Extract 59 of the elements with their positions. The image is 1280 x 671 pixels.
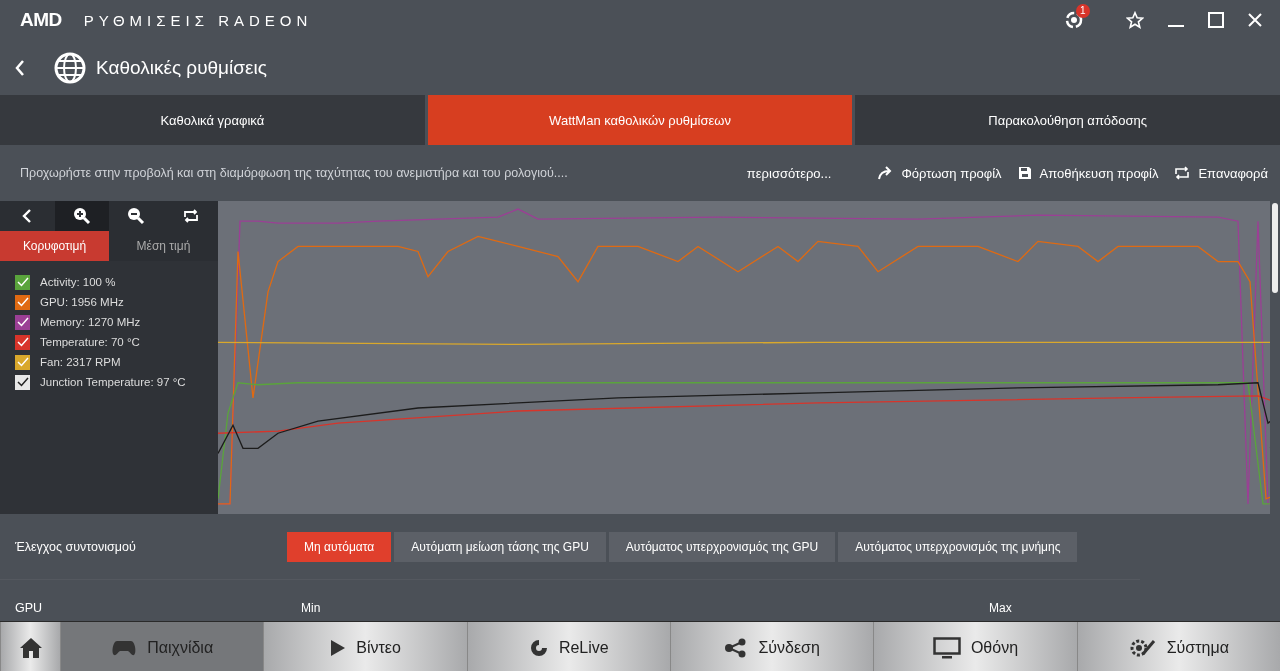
legend-label: Junction Temperature: 97 °C	[40, 376, 186, 388]
nav-button[interactable]: Σύνδεση	[670, 622, 874, 671]
share-arrow-icon	[877, 166, 894, 180]
brand-logo: AMD	[20, 9, 62, 31]
legend-checkbox[interactable]	[15, 334, 30, 350]
star-icon[interactable]	[1126, 11, 1144, 29]
gpu-label: GPU	[15, 601, 44, 615]
legend-checkbox[interactable]	[15, 294, 30, 310]
max-label: Max	[989, 601, 1012, 615]
relive-icon	[528, 637, 549, 658]
home-button[interactable]	[0, 622, 60, 671]
description-text: Προχωρήστε στην προβολή και στη διαμόρφωση της ταχύτητας του ανεμιστήρα και του ρολογιού....	[20, 166, 569, 180]
notification-badge: 1	[1076, 4, 1090, 18]
tuning-option[interactable]: Μη αυτόματα	[287, 531, 392, 562]
action-button[interactable]: Αποθήκευση προφίλ	[1017, 165, 1159, 181]
nav-button[interactable]: Σύστημα	[1076, 622, 1280, 671]
legend-label: GPU: 1956 MHz	[40, 296, 124, 308]
mode-tab[interactable]: Μέση τιμή	[109, 231, 218, 261]
legend-label: Temperature: 70 °C	[40, 336, 140, 348]
tuning-option[interactable]: Αυτόματος υπερχρονισμός της μνήμης	[838, 531, 1078, 562]
app-title: ΡΥΘΜΙΣΕΙΣ RADEON	[83, 11, 313, 29]
scrollbar-thumb[interactable]	[1272, 203, 1278, 293]
nav-button[interactable]: Οθόνη	[873, 622, 1077, 671]
close-icon[interactable]	[1248, 13, 1262, 27]
monitor-icon	[932, 636, 961, 659]
tuning-option[interactable]: Αυτόματη μείωση τάσης της GPU	[394, 531, 606, 562]
legend-label: Activity: 100 %	[40, 276, 116, 288]
globe-icon	[54, 51, 86, 84]
zoom-out-icon	[127, 207, 146, 225]
legend-checkbox[interactable]	[15, 274, 30, 290]
play-icon	[330, 638, 347, 657]
zoom-in-icon	[72, 207, 91, 225]
tab[interactable]: Παρακολούθηση απόδοσης	[855, 95, 1280, 145]
legend-label: Fan: 2317 RPM	[40, 356, 121, 368]
home-icon	[18, 636, 43, 659]
gamepad-icon	[111, 638, 138, 657]
maximize-icon[interactable]	[1208, 12, 1224, 28]
legend-checkbox[interactable]	[15, 314, 30, 330]
nav-button[interactable]: Παιχνίδια	[60, 622, 264, 671]
action-button[interactable]: Επαναφορά	[1174, 165, 1268, 181]
zoom-in-button[interactable]	[54, 201, 109, 231]
nav-button[interactable]: ReLive	[466, 622, 670, 671]
repeat-icon	[182, 208, 199, 224]
tuning-label: Έλεγχος συντονισμού	[15, 539, 137, 554]
tab[interactable]: WattMan καθολικών ρυθμίσεων	[427, 95, 853, 145]
min-label: Min	[301, 601, 322, 615]
legend-label: Memory: 1270 MHz	[40, 316, 141, 328]
nav-button[interactable]: Βίντεο	[263, 622, 467, 671]
back-icon	[22, 209, 33, 223]
more-link[interactable]: περισσότερο...	[746, 165, 832, 181]
legend-checkbox[interactable]	[15, 374, 30, 390]
tab[interactable]: Καθολικά γραφικά	[0, 95, 425, 145]
action-button[interactable]: Φόρτωση προφίλ	[877, 165, 1002, 181]
legend-checkbox[interactable]	[15, 354, 30, 370]
repeat-icon	[1174, 166, 1191, 180]
page-title: Καθολικές ρυθμίσεις	[96, 56, 267, 79]
back-icon[interactable]	[14, 58, 26, 77]
tuning-option[interactable]: Αυτόματος υπερχρονισμός της GPU	[608, 531, 836, 562]
mode-tab[interactable]: Κορυφοτιμή	[0, 231, 109, 261]
